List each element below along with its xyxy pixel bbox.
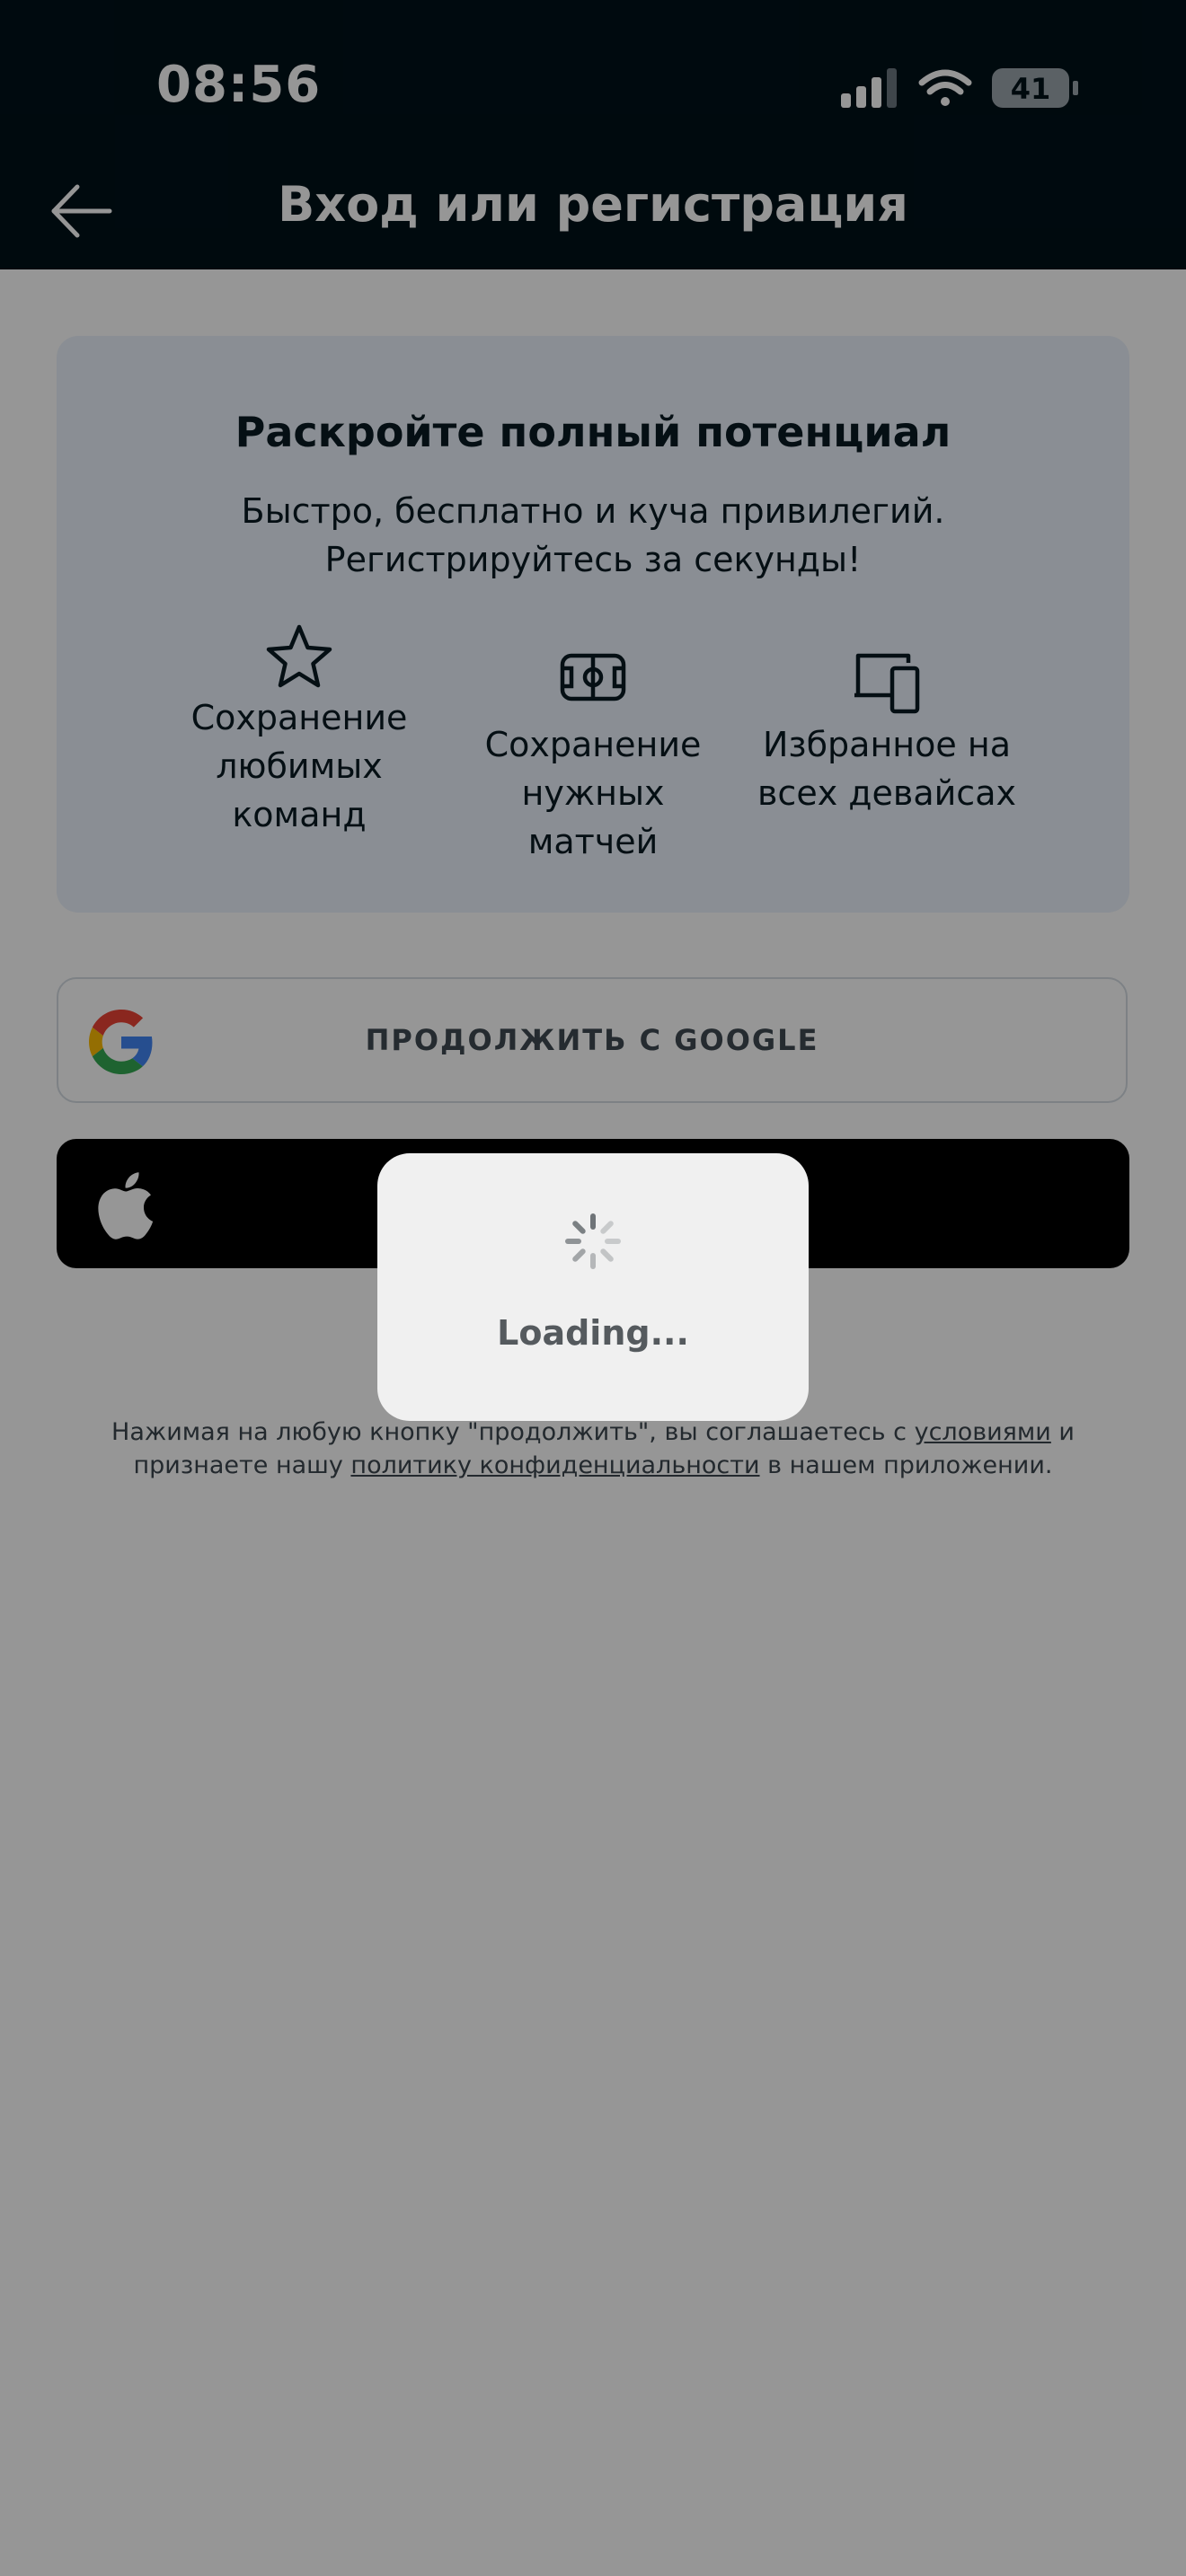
loading-dialog: Loading... xyxy=(377,1153,809,1421)
loading-label: Loading... xyxy=(497,1313,689,1353)
spinner-icon xyxy=(565,1213,621,1269)
